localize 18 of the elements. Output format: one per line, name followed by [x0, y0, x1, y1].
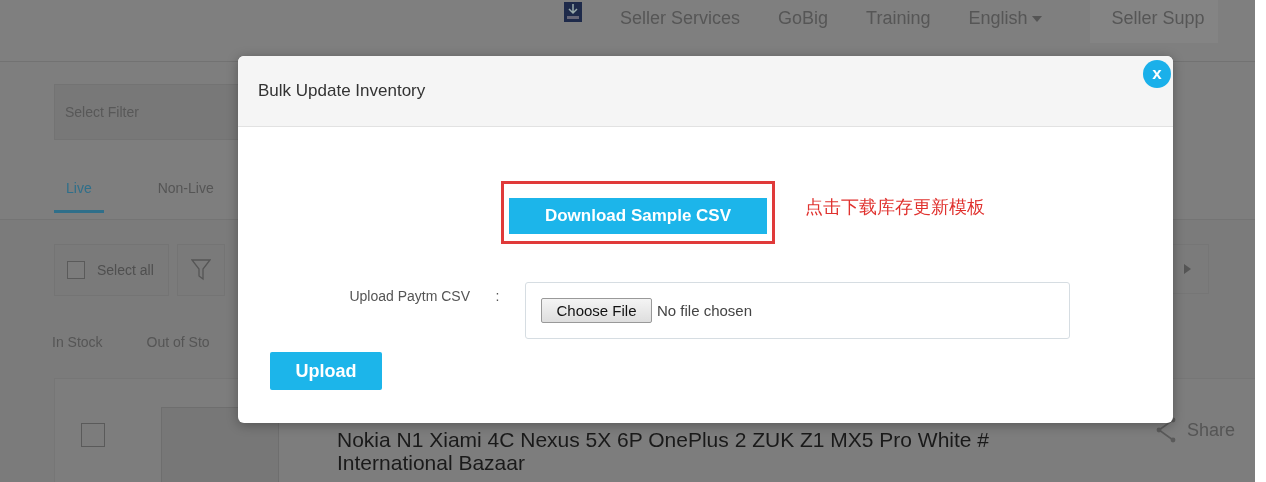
upload-label: Upload Paytm CSV	[348, 288, 470, 304]
annotation-text: 点击下载库存更新模板	[805, 195, 985, 219]
upload-button[interactable]: Upload	[270, 352, 382, 390]
caret-icon	[1031, 15, 1042, 22]
product-title-line: Nokia N1 Xiami 4C Nexus 5X 6P OnePlus 2 ZUK Z1 MX5 Pro White #	[337, 428, 991, 451]
download-icon[interactable]	[564, 2, 582, 22]
play-icon	[1183, 264, 1191, 274]
funnel-icon	[190, 259, 211, 281]
product-title-line: International Bazaar	[337, 451, 526, 474]
checkbox[interactable]	[67, 261, 85, 279]
file-status: No file chosen	[657, 302, 753, 319]
tab[interactable]: Live	[54, 174, 104, 213]
download-sample-button[interactable]: Download Sample CSV	[509, 198, 767, 234]
modal-title: Bulk Update Inventory	[258, 81, 426, 101]
file-input-field[interactable]: Choose File No file chosen	[525, 282, 1070, 339]
checkbox[interactable]	[81, 423, 105, 447]
choose-file-button[interactable]: Choose File	[541, 298, 652, 323]
colon-separator: :	[494, 288, 501, 304]
